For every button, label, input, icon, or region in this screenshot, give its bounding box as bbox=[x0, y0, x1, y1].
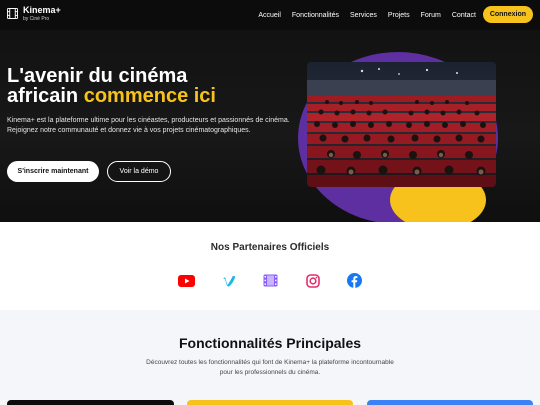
facebook-icon[interactable] bbox=[346, 272, 363, 289]
features-title: Fonctionnalités Principales bbox=[178, 335, 362, 351]
nav-link-accueil[interactable]: Accueil bbox=[258, 12, 281, 19]
hero-title-line2: africain bbox=[7, 85, 84, 107]
film-icon[interactable] bbox=[262, 272, 279, 289]
hero-title-line1: L'avenir du cinéma bbox=[7, 65, 188, 87]
nav-link-projets[interactable]: Projets bbox=[388, 12, 410, 19]
feature-card-1[interactable] bbox=[7, 400, 174, 405]
nav-link-fonctionnalites[interactable]: Fonctionnalités bbox=[292, 12, 339, 19]
brand-logo[interactable]: Kinema+ by Ciné Pro bbox=[7, 6, 61, 22]
hero-title-accent: commence ici bbox=[83, 85, 216, 107]
features-description: Découvrez toutes les fonctionnalités qui… bbox=[146, 359, 394, 376]
youtube-icon[interactable] bbox=[178, 272, 195, 289]
login-button[interactable]: Connexion bbox=[482, 6, 533, 23]
brand-subtitle: by Ciné Pro bbox=[23, 16, 50, 22]
film-icon bbox=[7, 8, 18, 19]
feature-card-3[interactable] bbox=[367, 400, 533, 405]
hero-section: L'avenir du cinéma africain commence ici… bbox=[0, 30, 540, 222]
instagram-icon[interactable] bbox=[304, 272, 321, 289]
hero-title: L'avenir du cinéma africain commence ici bbox=[7, 66, 267, 106]
nav-link-services[interactable]: Services bbox=[350, 12, 377, 19]
nav-link-contact[interactable]: Contact bbox=[452, 12, 476, 19]
partner-icons bbox=[178, 272, 363, 289]
hero-description: Kinema+ est la plateforme ultime pour le… bbox=[7, 117, 290, 134]
vimeo-icon[interactable] bbox=[220, 272, 237, 289]
feature-card-2[interactable] bbox=[187, 400, 353, 405]
features-section: Fonctionnalités Principales Découvrez to… bbox=[0, 310, 540, 405]
partners-section: Nos Partenaires Officiels bbox=[0, 222, 540, 310]
partners-title: Nos Partenaires Officiels bbox=[210, 242, 330, 253]
cinema-audience-photo bbox=[307, 62, 496, 187]
nav-links: Accueil Fonctionnalités Services Projets… bbox=[258, 0, 476, 30]
top-navbar: Kinema+ by Ciné Pro Accueil Fonctionnali… bbox=[0, 0, 540, 30]
nav-link-forum[interactable]: Forum bbox=[421, 12, 441, 19]
hero-illustration bbox=[298, 52, 503, 222]
demo-button[interactable]: Voir la démo bbox=[107, 161, 171, 182]
brand-name: Kinema+ bbox=[23, 5, 61, 15]
signup-button[interactable]: S'inscrire maintenant bbox=[7, 161, 99, 182]
